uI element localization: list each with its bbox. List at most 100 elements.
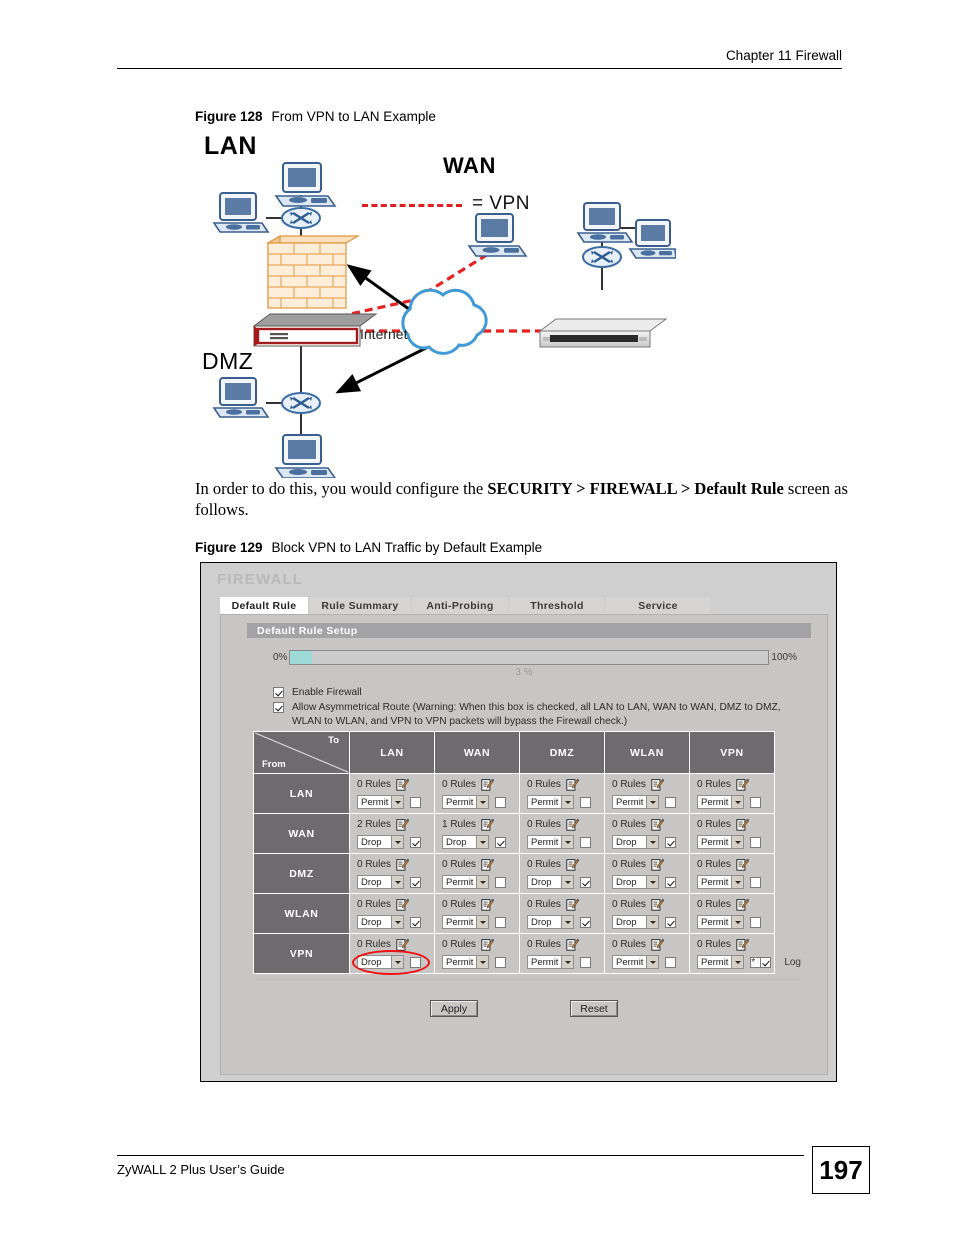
chevron-down-icon[interactable] (561, 876, 573, 888)
log-checkbox[interactable] (580, 917, 591, 928)
log-checkbox[interactable] (750, 837, 761, 848)
edit-rules-icon[interactable] (566, 898, 579, 911)
action-select[interactable]: Permit (442, 955, 489, 969)
firewall-strength-slider[interactable]: 0% 100% (273, 649, 797, 665)
edit-rules-icon[interactable] (481, 938, 494, 951)
log-checkbox[interactable] (750, 917, 761, 928)
action-select[interactable]: Permit (357, 795, 404, 809)
chevron-down-icon[interactable] (561, 836, 573, 848)
allow-asymmetrical-route-row[interactable]: Allow Asymmetrical Route (Warning: When … (273, 701, 809, 728)
log-checkbox[interactable] (665, 797, 676, 808)
log-checkbox[interactable] (410, 917, 421, 928)
log-checkbox[interactable] (495, 917, 506, 928)
chevron-down-icon[interactable] (476, 876, 488, 888)
log-checkbox[interactable] (580, 797, 591, 808)
edit-rules-icon[interactable] (481, 858, 494, 871)
chevron-down-icon[interactable] (731, 836, 743, 848)
chevron-down-icon[interactable] (476, 956, 488, 968)
edit-rules-icon[interactable] (651, 778, 664, 791)
log-checkbox[interactable] (580, 957, 591, 968)
tab-anti-probing[interactable]: Anti-Probing (412, 597, 508, 614)
edit-rules-icon[interactable] (396, 858, 409, 871)
allow-asymmetrical-route-checkbox[interactable] (273, 702, 284, 713)
log-checkbox[interactable] (580, 837, 591, 848)
chevron-down-icon[interactable] (646, 956, 658, 968)
chevron-down-icon[interactable] (476, 836, 488, 848)
action-select[interactable]: Drop (357, 915, 404, 929)
chevron-down-icon[interactable] (561, 796, 573, 808)
log-checkbox[interactable] (495, 957, 506, 968)
edit-rules-icon[interactable] (481, 778, 494, 791)
log-checkbox[interactable] (665, 877, 676, 888)
action-select[interactable]: Drop (612, 915, 659, 929)
tab-threshold[interactable]: Threshold (510, 597, 604, 614)
edit-rules-icon[interactable] (481, 818, 494, 831)
edit-rules-icon[interactable] (396, 818, 409, 831)
tab-rule-summary[interactable]: Rule Summary (310, 597, 410, 614)
log-checkbox[interactable] (495, 797, 506, 808)
action-select[interactable]: Permit (442, 795, 489, 809)
log-checkbox[interactable] (410, 837, 421, 848)
log-checkbox[interactable] (665, 837, 676, 848)
action-select[interactable]: Drop (527, 875, 574, 889)
chevron-down-icon[interactable] (731, 876, 743, 888)
action-select[interactable]: Drop (357, 835, 404, 849)
edit-rules-icon[interactable] (736, 818, 749, 831)
log-checkbox[interactable] (580, 877, 591, 888)
reset-button[interactable]: Reset (570, 1000, 618, 1017)
action-select[interactable]: Permit (697, 955, 744, 969)
action-select[interactable]: Drop (527, 915, 574, 929)
chevron-down-icon[interactable] (561, 956, 573, 968)
action-select[interactable]: Permit (527, 955, 574, 969)
log-checkbox[interactable] (665, 957, 676, 968)
chevron-down-icon[interactable] (391, 956, 403, 968)
action-select[interactable]: Permit (612, 955, 659, 969)
chevron-down-icon[interactable] (731, 956, 743, 968)
edit-rules-icon[interactable] (481, 898, 494, 911)
log-checkbox[interactable] (410, 797, 421, 808)
slider-track[interactable] (289, 649, 770, 665)
log-checkbox[interactable] (410, 877, 421, 888)
action-select[interactable]: Permit (697, 835, 744, 849)
action-select[interactable]: Permit (442, 875, 489, 889)
action-select[interactable]: Drop (357, 875, 404, 889)
edit-rules-icon[interactable] (566, 778, 579, 791)
action-select[interactable]: Drop (612, 835, 659, 849)
action-select[interactable]: Permit (527, 795, 574, 809)
log-checkbox[interactable] (750, 877, 761, 888)
chevron-down-icon[interactable] (391, 796, 403, 808)
chevron-down-icon[interactable] (646, 876, 658, 888)
log-checkbox[interactable] (750, 797, 761, 808)
chevron-down-icon[interactable] (731, 796, 743, 808)
log-row[interactable]: * Log (751, 956, 801, 968)
chevron-down-icon[interactable] (646, 796, 658, 808)
chevron-down-icon[interactable] (391, 876, 403, 888)
apply-button[interactable]: Apply (430, 1000, 478, 1017)
log-checkbox[interactable] (495, 877, 506, 888)
edit-rules-icon[interactable] (651, 818, 664, 831)
edit-rules-icon[interactable] (566, 858, 579, 871)
action-select[interactable]: Drop (357, 955, 404, 969)
edit-rules-icon[interactable] (396, 938, 409, 951)
enable-firewall-checkbox[interactable] (273, 687, 284, 698)
log-checkbox[interactable] (665, 917, 676, 928)
chevron-down-icon[interactable] (731, 916, 743, 928)
edit-rules-icon[interactable] (651, 898, 664, 911)
chevron-down-icon[interactable] (646, 836, 658, 848)
log-checkbox[interactable] (410, 957, 421, 968)
edit-rules-icon[interactable] (736, 778, 749, 791)
chevron-down-icon[interactable] (391, 916, 403, 928)
action-select[interactable]: Permit (697, 875, 744, 889)
edit-rules-icon[interactable] (736, 898, 749, 911)
action-select[interactable]: Permit (442, 915, 489, 929)
chevron-down-icon[interactable] (646, 916, 658, 928)
edit-rules-icon[interactable] (566, 818, 579, 831)
edit-rules-icon[interactable] (566, 938, 579, 951)
chevron-down-icon[interactable] (391, 836, 403, 848)
action-select[interactable]: Permit (527, 835, 574, 849)
edit-rules-icon[interactable] (651, 858, 664, 871)
chevron-down-icon[interactable] (561, 916, 573, 928)
chevron-down-icon[interactable] (476, 916, 488, 928)
action-select[interactable]: Drop (442, 835, 489, 849)
action-select[interactable]: Permit (697, 915, 744, 929)
